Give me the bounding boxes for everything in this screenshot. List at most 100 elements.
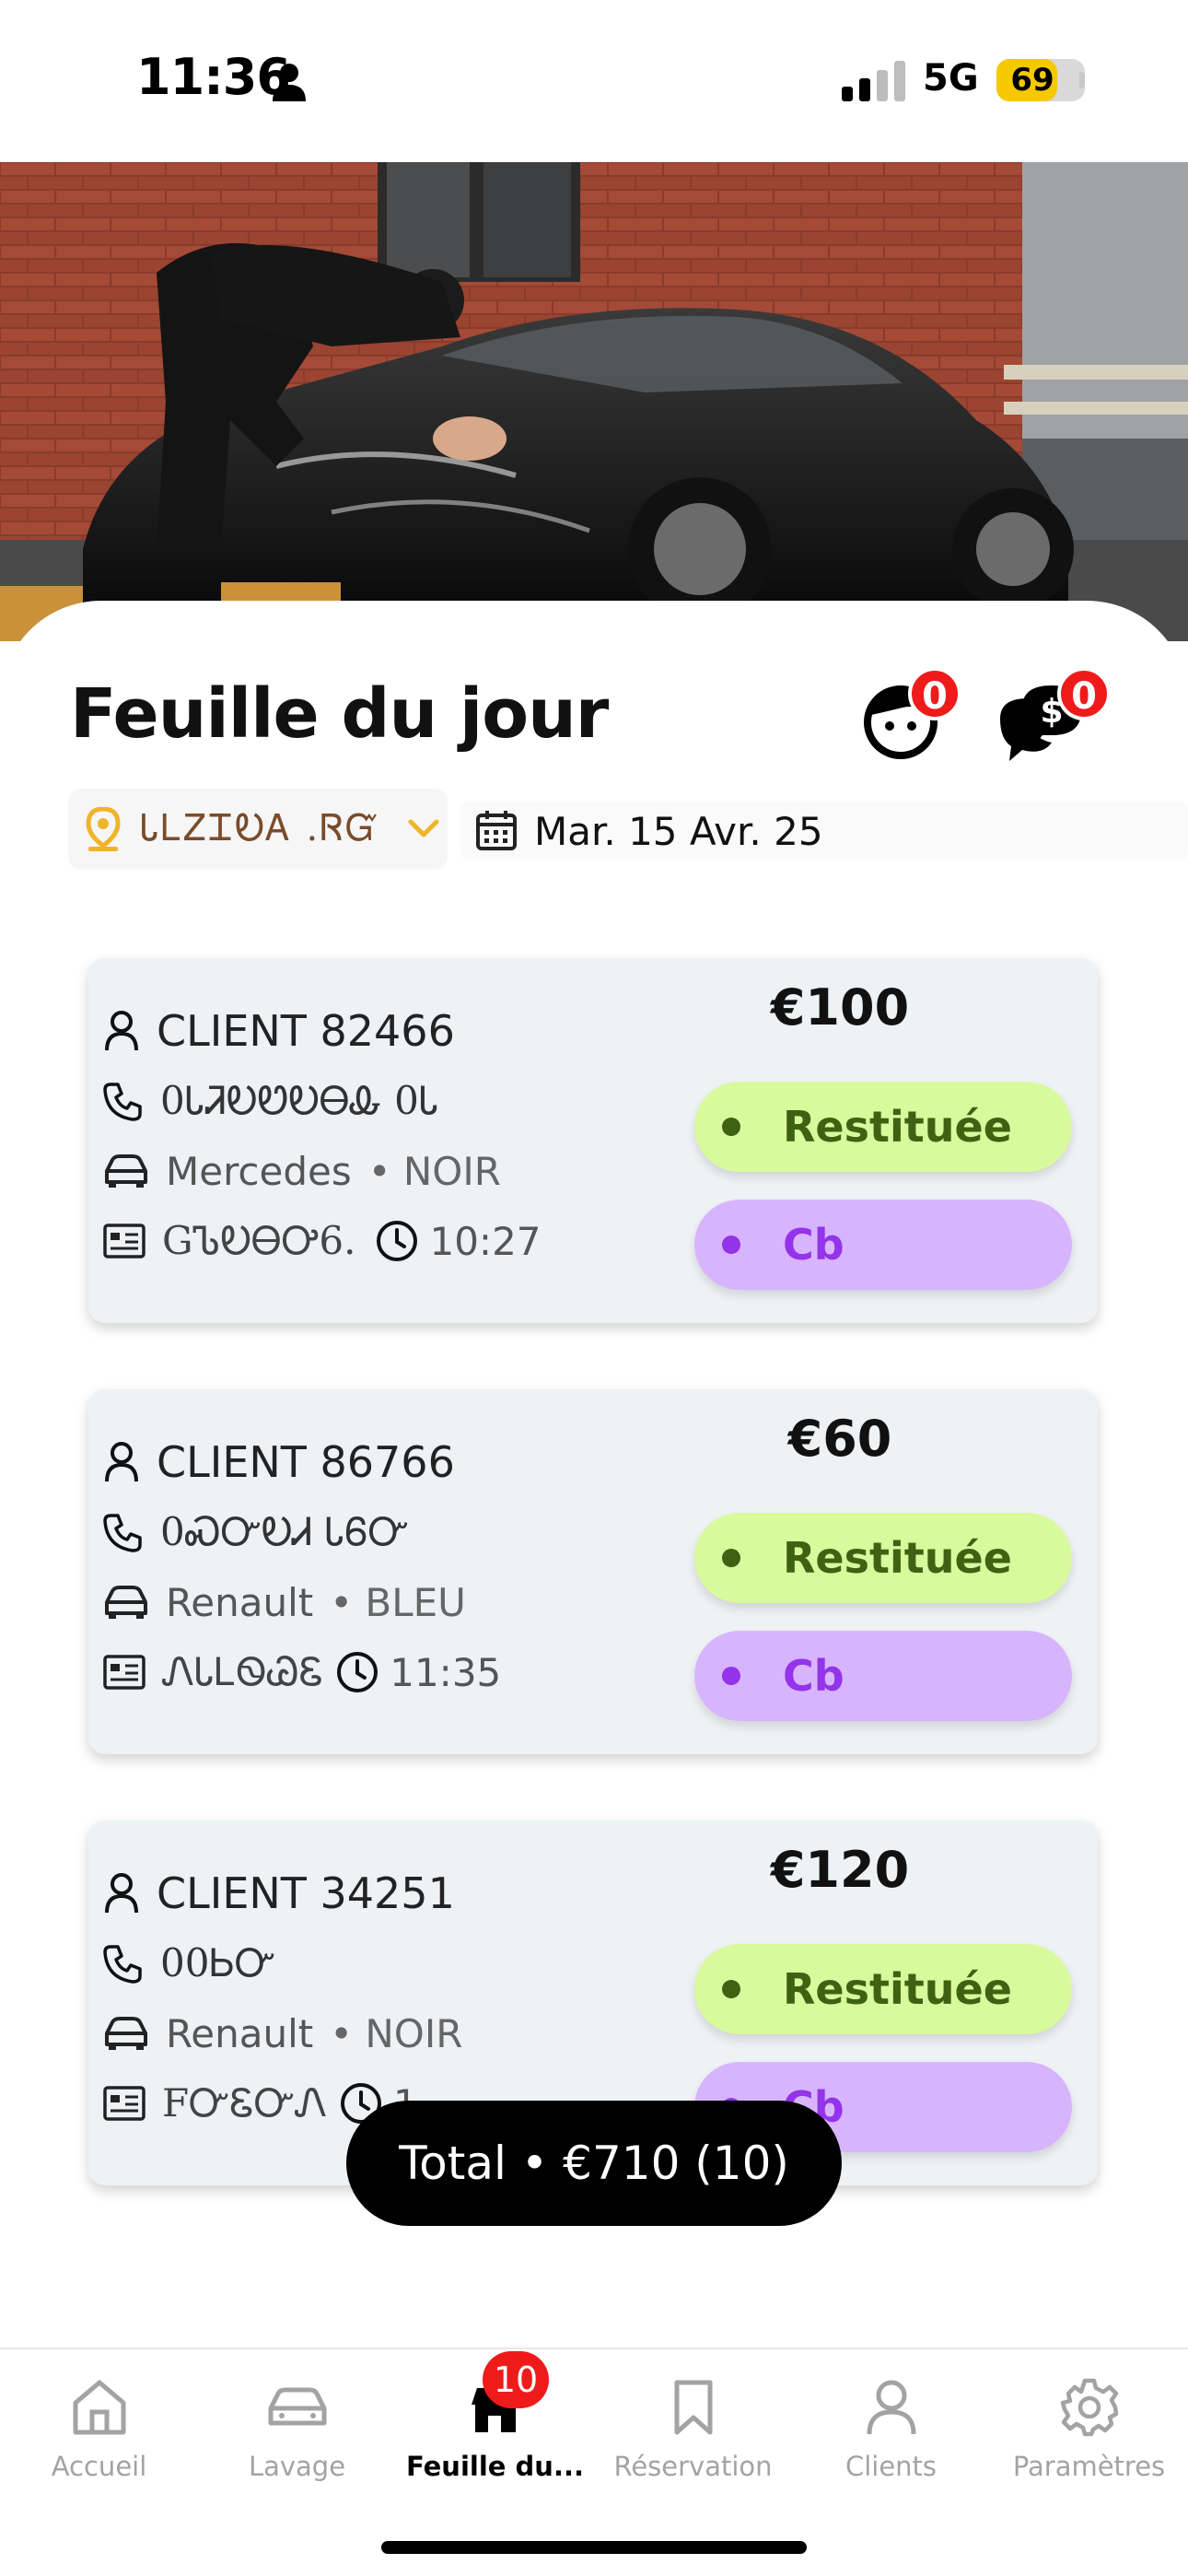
status-button[interactable]: Restituée bbox=[694, 1513, 1072, 1603]
clock-icon bbox=[377, 1221, 418, 1261]
person-icon bbox=[273, 64, 306, 101]
phone-icon bbox=[103, 1514, 142, 1552]
client-phone: 00ᏏᏅ bbox=[160, 1940, 276, 1985]
phone-row: 0ᏓᏘᎧᏬᎧᎾᎲ 0Ꮣ bbox=[103, 1074, 439, 1128]
page-title: Feuille du jour bbox=[70, 674, 609, 754]
plate-time-row: ᏁᏓᏞᏫᏊᏋ 11:35 bbox=[103, 1645, 501, 1699]
payment-button[interactable]: Cb bbox=[694, 1631, 1072, 1721]
phone-row: 00ᏏᏅ bbox=[103, 1937, 275, 1990]
car-icon bbox=[105, 1586, 147, 1619]
status-label: Restituée bbox=[783, 1102, 1012, 1152]
user-icon bbox=[105, 1873, 138, 1914]
client-phone: 0ᏓᏘᎧᏬᎧᎾᎲ 0Ꮣ bbox=[160, 1078, 439, 1123]
tab-clients[interactable]: Clients bbox=[792, 2377, 990, 2482]
chevron-down-icon bbox=[408, 819, 439, 837]
phone-row: 0ᏍᏅᎧᏗ ᏓᏮᏅ bbox=[103, 1505, 409, 1559]
tab-reservation[interactable]: Réservation bbox=[594, 2377, 792, 2482]
car-brand: Renault bbox=[166, 2010, 314, 2056]
location-value: ᏓᏞᏃᏆᎧᎪ .ᏒᏳ bbox=[140, 807, 380, 849]
tab-lavage[interactable]: Lavage bbox=[198, 2377, 396, 2482]
tab-label: Paramètres bbox=[1012, 2451, 1166, 2482]
wash-time: 10:27 bbox=[429, 1218, 542, 1264]
battery-tip bbox=[1079, 72, 1085, 88]
payment-button[interactable]: Cb bbox=[694, 1200, 1072, 1290]
tab-label: Clients bbox=[844, 2451, 938, 2482]
status-button[interactable]: Restituée bbox=[694, 1944, 1072, 2034]
tab-label: Accueil bbox=[51, 2451, 147, 2482]
signal-icon bbox=[842, 61, 905, 101]
vehicle-row: Mercedes • NOIR bbox=[103, 1144, 501, 1198]
payment-label: Cb bbox=[783, 1220, 844, 1270]
status-dot bbox=[722, 1118, 740, 1136]
car-icon bbox=[105, 1154, 147, 1188]
home-icon bbox=[73, 2380, 125, 2435]
car-color: • NOIR bbox=[367, 1148, 501, 1194]
client-row: CLIENT 86766 bbox=[103, 1435, 455, 1489]
client-row: CLIENT 34251 bbox=[103, 1867, 455, 1920]
status-time: 11:36 bbox=[136, 48, 291, 106]
gear-icon bbox=[1060, 2378, 1118, 2437]
client-name: CLIENT 82466 bbox=[157, 1006, 455, 1056]
car-brand: Mercedes bbox=[166, 1148, 352, 1194]
vehicle-row: Renault • NOIR bbox=[103, 2007, 462, 2060]
user-icon bbox=[867, 2380, 915, 2435]
tab-label: Lavage bbox=[248, 2451, 346, 2482]
plate-time-row: GᏖᎧᎾᎤ6. 10:27 bbox=[103, 1214, 542, 1268]
location-pin-icon bbox=[86, 807, 121, 851]
plate-number: GᏖᎧᎾᎤ6. bbox=[162, 1218, 356, 1263]
clients-badge: 0 bbox=[908, 667, 961, 720]
tab-badge: 10 bbox=[483, 2351, 549, 2408]
date-value: Mar. 15 Avr. 25 bbox=[534, 809, 823, 854]
tab-accueil[interactable]: Accueil bbox=[0, 2377, 198, 2482]
client-phone: 0ᏍᏅᎧᏗ ᏓᏮᏅ bbox=[160, 1509, 409, 1554]
vehicle-row: Renault • BLEU bbox=[103, 1575, 466, 1629]
card-price: €120 bbox=[770, 1841, 910, 1899]
tab-label: Feuille du... bbox=[406, 2451, 584, 2482]
wash-card[interactable]: €60 CLIENT 86766 0ᏍᏅᎧᏗ ᏓᏮᏅ Renault • BLE… bbox=[88, 1389, 1098, 1754]
plate-number: ᏁᏓᏞᏫᏊᏋ bbox=[162, 1649, 324, 1694]
status-label: Restituée bbox=[783, 1533, 1012, 1583]
client-name: CLIENT 34251 bbox=[157, 1868, 455, 1918]
car-icon bbox=[105, 2017, 147, 2050]
client-row: CLIENT 82466 bbox=[103, 1004, 455, 1058]
hero-image bbox=[0, 162, 1188, 641]
tab-parametres[interactable]: Paramètres bbox=[990, 2377, 1188, 2482]
status-dot bbox=[722, 1549, 740, 1567]
total-button[interactable]: Total • €710 (10) bbox=[346, 2101, 842, 2226]
id-card-icon bbox=[103, 1224, 146, 1259]
user-icon bbox=[105, 1011, 138, 1051]
network-type: 5G bbox=[923, 57, 979, 100]
home-indicator[interactable] bbox=[381, 2541, 807, 2554]
bookmark-icon bbox=[674, 2380, 712, 2435]
car-icon bbox=[268, 2387, 326, 2426]
phone-icon bbox=[103, 1945, 142, 1984]
payment-dot bbox=[722, 1667, 740, 1685]
card-price: €100 bbox=[770, 978, 910, 1036]
date-picker[interactable]: Mar. 15 Avr. 25 bbox=[460, 802, 1188, 861]
id-card-icon bbox=[103, 1655, 146, 1690]
status-button[interactable]: Restituée bbox=[694, 1082, 1072, 1172]
calendar-icon bbox=[476, 811, 517, 850]
car-brand: Renault bbox=[166, 1579, 314, 1625]
wash-card[interactable]: €100 CLIENT 82466 0ᏓᏘᎧᏬᎧᎾᎲ 0Ꮣ Mercedes •… bbox=[88, 958, 1098, 1323]
tab-label: Réservation bbox=[613, 2451, 773, 2482]
payments-badge: 0 bbox=[1057, 667, 1111, 720]
payment-label: Cb bbox=[783, 1651, 844, 1701]
clock-icon bbox=[337, 1652, 379, 1692]
battery-icon: 69 bbox=[996, 59, 1085, 101]
card-price: €60 bbox=[787, 1410, 892, 1468]
status-dot bbox=[722, 1980, 740, 1998]
status-label: Restituée bbox=[783, 1964, 1012, 2014]
plate-number: FᏅᏋᏅᏁ bbox=[162, 2080, 327, 2125]
wash-time: 11:35 bbox=[390, 1649, 502, 1695]
user-icon bbox=[105, 1442, 138, 1482]
status-bar: 11:36 5G 69 bbox=[0, 0, 1188, 162]
car-color: • NOIR bbox=[330, 2010, 463, 2056]
phone-icon bbox=[103, 1083, 142, 1121]
location-select[interactable]: ᏓᏞᏃᏆᎧᎪ .ᏒᏳ bbox=[68, 789, 448, 870]
battery-percent: 69 bbox=[1010, 62, 1054, 99]
payment-dot bbox=[722, 1235, 740, 1254]
car-color: • BLEU bbox=[330, 1579, 466, 1625]
client-name: CLIENT 86766 bbox=[157, 1437, 455, 1487]
id-card-icon bbox=[103, 2086, 146, 2121]
